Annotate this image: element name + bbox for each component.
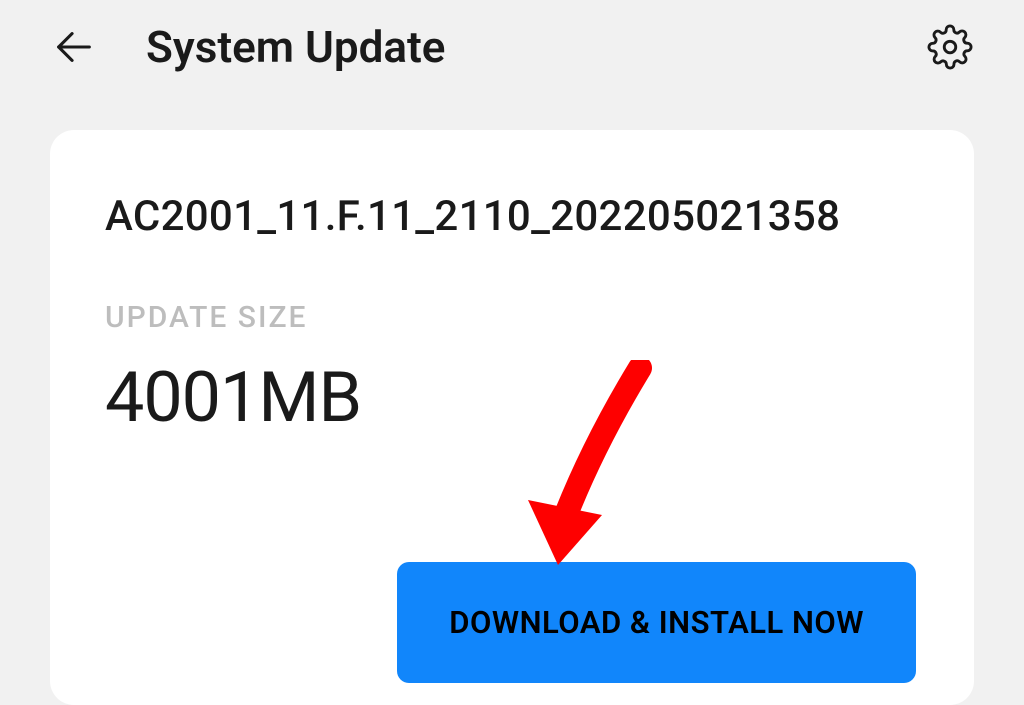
gear-icon[interactable] [926, 23, 974, 71]
update-size-label: UPDATE SIZE [105, 300, 919, 335]
header-bar: System Update [0, 0, 1024, 100]
download-install-button[interactable]: DOWNLOAD & INSTALL NOW [397, 562, 916, 683]
page-title: System Update [146, 21, 926, 73]
back-icon[interactable] [50, 23, 98, 71]
update-size-value: 4001MB [105, 357, 919, 439]
update-version: AC2001_11.F.11_2110_202205021358 [105, 190, 919, 245]
update-card: AC2001_11.F.11_2110_202205021358 UPDATE … [50, 130, 974, 705]
